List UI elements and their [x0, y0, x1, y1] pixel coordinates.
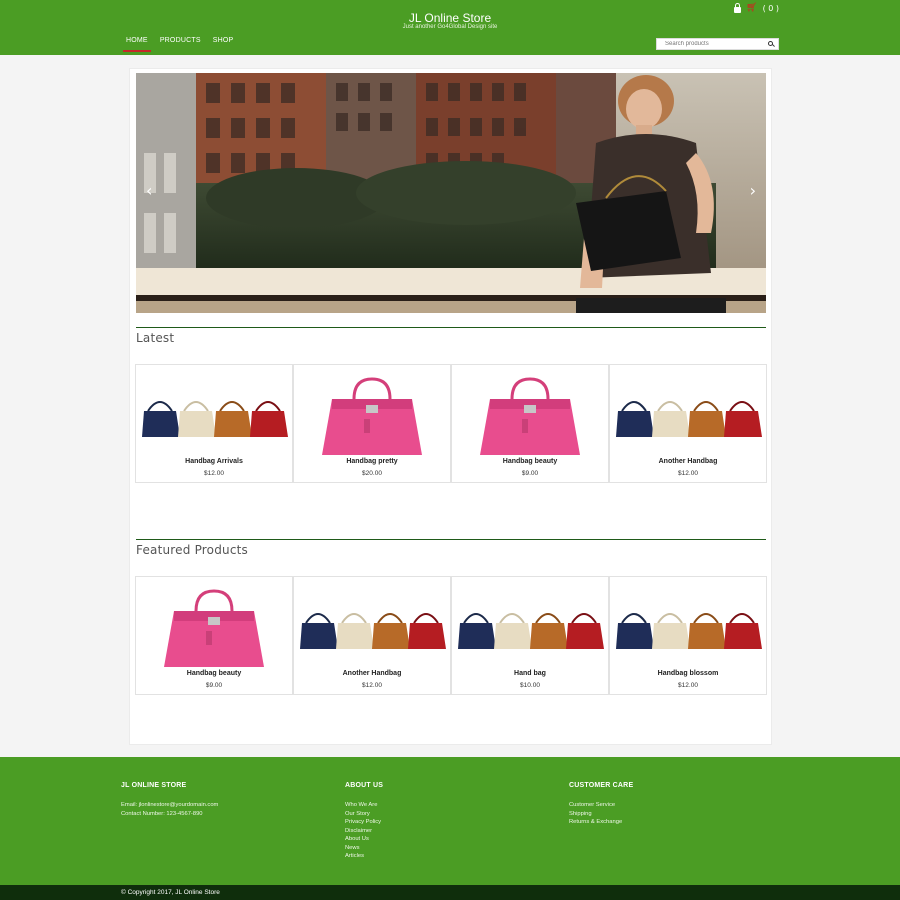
product-card[interactable]: Another Handbag $12.00 [293, 576, 451, 695]
product-name[interactable]: Another Handbag [294, 670, 450, 677]
featured-title: Featured Products [136, 543, 248, 557]
footer-link-disclaimer[interactable]: Disclaimer [345, 827, 383, 836]
footer-link-about-us[interactable]: About Us [345, 835, 383, 844]
site-footer: JL ONLINE STORE Email: jlonlinestore@you… [0, 757, 900, 885]
handbag-four-colors-image [142, 401, 288, 437]
cart-icon[interactable]: 🛒︎ [746, 3, 757, 13]
main-nav: HOME PRODUCTS SHOP [121, 35, 240, 52]
footer-customer-care: CUSTOMER CARE Customer Service Shipping … [569, 782, 633, 827]
search-icon[interactable] [766, 39, 778, 49]
product-price: $12.00 [204, 470, 224, 477]
product-name[interactable]: Handbag beauty [452, 458, 608, 465]
featured-grid: Handbag beauty $9.00 Another Handbag $12… [135, 576, 767, 695]
product-price: $9.00 [521, 470, 539, 477]
product-price: $12.00 [678, 682, 698, 689]
handbag-four-colors-image [616, 401, 762, 437]
pink-handbag-image [298, 369, 446, 457]
handbag-four-colors-image [458, 613, 604, 649]
site-header: JL Online Store Just another Go4Global D… [0, 0, 900, 55]
footer-store-title: JL ONLINE STORE [121, 782, 187, 789]
product-price: $10.00 [520, 682, 540, 689]
footer-email: Email: jlonlinestore@yourdomain.com [121, 802, 219, 808]
hero-slider[interactable]: ‹ › [136, 73, 766, 313]
footer-link-returns[interactable]: Returns & Exchange [569, 818, 633, 827]
featured-divider [136, 539, 766, 540]
product-card[interactable]: Handbag Arrivals $12.00 [135, 364, 293, 483]
pink-handbag-image [456, 369, 604, 457]
nav-shop[interactable]: SHOP [208, 35, 239, 46]
search-input[interactable] [657, 41, 766, 47]
site-title[interactable]: JL Online Store [0, 11, 900, 25]
handbag-four-colors-image [616, 613, 762, 649]
handbag-four-colors-image [300, 613, 446, 649]
product-name[interactable]: Handbag pretty [294, 458, 450, 465]
product-price: $12.00 [678, 470, 698, 477]
footer-link-our-story[interactable]: Our Story [345, 810, 383, 819]
footer-store-info: JL ONLINE STORE Email: jlonlinestore@you… [121, 782, 218, 818]
search-box [656, 38, 779, 50]
footer-link-shipping[interactable]: Shipping [569, 810, 633, 819]
latest-divider [136, 327, 766, 328]
latest-title: Latest [136, 331, 175, 345]
account-cart-bar: 🛒︎ ( 0 ) [734, 2, 779, 13]
main-content: ‹ › Latest Handbag Arrivals $12.00 Handb… [129, 68, 772, 745]
product-card[interactable]: Handbag beauty $9.00 [451, 364, 609, 483]
product-name[interactable]: Hand bag [452, 670, 608, 677]
copyright: © Copyright 2017, JL Online Store [0, 885, 900, 900]
hero-image [136, 73, 766, 313]
hero-prev-arrow[interactable]: ‹ [146, 181, 152, 200]
footer-link-news[interactable]: News [345, 844, 383, 853]
footer-phone: Contact Number: 123-4567-890 [121, 810, 203, 817]
product-card[interactable]: Handbag beauty $9.00 [135, 576, 293, 695]
lock-icon[interactable] [734, 2, 742, 13]
footer-link-privacy-policy[interactable]: Privacy Policy [345, 818, 383, 827]
nav-products[interactable]: PRODUCTS [155, 35, 206, 46]
product-name[interactable]: Handbag beauty [136, 670, 292, 677]
cart-count[interactable]: ( 0 ) [763, 4, 779, 13]
footer-about: ABOUT US Who We Are Our Story Privacy Po… [345, 782, 383, 861]
product-price: $12.00 [362, 682, 382, 689]
product-name[interactable]: Handbag blossom [610, 670, 766, 677]
product-name[interactable]: Another Handbag [610, 458, 766, 465]
footer-link-articles[interactable]: Articles [345, 852, 383, 861]
footer-about-title: ABOUT US [345, 782, 384, 789]
site-tagline: Just another Go4Global Design site [402, 24, 498, 30]
product-card[interactable]: Handbag pretty $20.00 [293, 364, 451, 483]
product-card[interactable]: Hand bag $10.00 [451, 576, 609, 695]
product-price: $9.00 [205, 682, 223, 689]
product-card[interactable]: Another Handbag $12.00 [609, 364, 767, 483]
product-price: $20.00 [362, 470, 382, 477]
nav-home[interactable]: HOME [121, 35, 153, 52]
footer-care-title: CUSTOMER CARE [569, 782, 634, 789]
footer-link-who-we-are[interactable]: Who We Are [345, 801, 383, 810]
latest-grid: Handbag Arrivals $12.00 Handbag pretty $… [135, 364, 767, 483]
hero-next-arrow[interactable]: › [750, 181, 756, 200]
pink-handbag-image [140, 581, 288, 669]
product-card[interactable]: Handbag blossom $12.00 [609, 576, 767, 695]
footer-link-customer-service[interactable]: Customer Service [569, 801, 633, 810]
product-name[interactable]: Handbag Arrivals [136, 458, 292, 465]
